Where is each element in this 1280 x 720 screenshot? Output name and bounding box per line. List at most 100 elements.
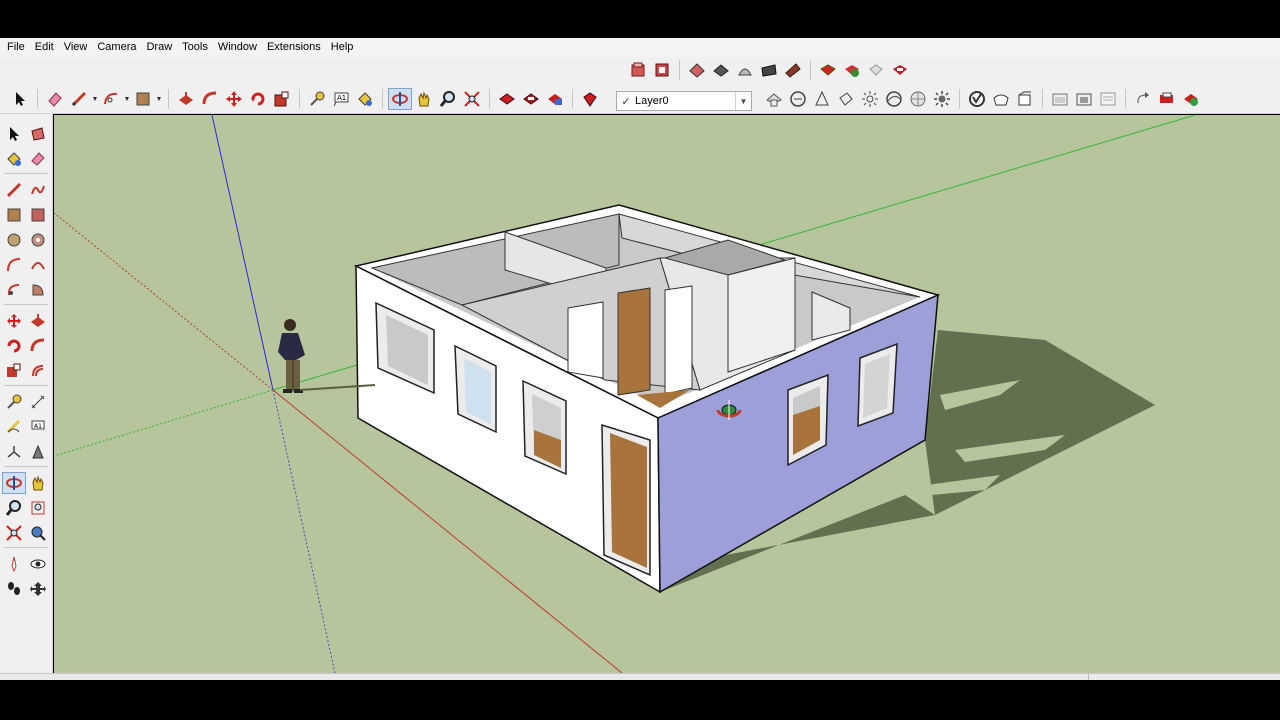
section-display-icon[interactable] <box>709 59 733 81</box>
rotate-icon[interactable] <box>246 88 270 110</box>
menu-help[interactable]: Help <box>327 38 360 57</box>
layer-manager-icon[interactable] <box>1096 88 1120 110</box>
box-icon[interactable] <box>757 59 781 81</box>
previous-view-icon[interactable] <box>26 522 50 544</box>
tape-measure-icon[interactable] <box>2 391 26 413</box>
zoom-extents-icon[interactable] <box>460 88 484 110</box>
rectangle-icon[interactable] <box>131 88 155 110</box>
zoom-extents-icon[interactable] <box>2 522 26 544</box>
ruby-console-icon[interactable] <box>578 88 602 110</box>
menu-draw[interactable]: Draw <box>142 38 178 57</box>
front-icon[interactable] <box>1013 88 1037 110</box>
chevron-down-icon[interactable]: ▼ <box>123 96 131 103</box>
line-icon[interactable] <box>2 179 26 201</box>
camera-icon[interactable] <box>1048 88 1072 110</box>
rotated-rectangle-icon[interactable] <box>26 204 50 226</box>
shaded-icon[interactable] <box>858 88 882 110</box>
text-icon[interactable]: A1 <box>26 416 50 438</box>
3d-text-icon[interactable] <box>26 441 50 463</box>
share-icon[interactable] <box>888 59 912 81</box>
component-icon[interactable] <box>626 59 650 81</box>
pan-icon[interactable] <box>412 88 436 110</box>
zoom-window-icon[interactable] <box>26 497 50 519</box>
polygon-icon[interactable] <box>26 229 50 251</box>
monochrome-icon[interactable] <box>906 88 930 110</box>
orbit-icon[interactable] <box>2 472 26 494</box>
xray-icon[interactable] <box>762 88 786 110</box>
pan-icon[interactable] <box>26 472 50 494</box>
textures-icon[interactable] <box>882 88 906 110</box>
move-icon[interactable] <box>2 310 26 332</box>
zoom-icon[interactable] <box>2 497 26 519</box>
texture-icon[interactable] <box>781 59 805 81</box>
chevron-down-icon[interactable]: ▼ <box>155 96 163 103</box>
two-point-arc-icon[interactable] <box>26 254 50 276</box>
circle-icon[interactable] <box>2 229 26 251</box>
wireframe-icon[interactable] <box>810 88 834 110</box>
section-plane-icon[interactable] <box>26 578 50 600</box>
axes-icon[interactable] <box>2 441 26 463</box>
shadows-icon[interactable] <box>930 88 954 110</box>
zoom-icon[interactable] <box>436 88 460 110</box>
rectangle-icon[interactable] <box>2 204 26 226</box>
extension-icon[interactable] <box>864 59 888 81</box>
pie-icon[interactable] <box>26 279 50 301</box>
rotate-icon[interactable] <box>2 335 26 357</box>
back-edges-icon[interactable] <box>786 88 810 110</box>
sandbox-icon[interactable] <box>1155 88 1179 110</box>
follow-me-icon[interactable] <box>198 88 222 110</box>
layer-dropdown[interactable]: ✓ Layer0 ▼ <box>616 91 752 111</box>
eraser-icon[interactable] <box>26 148 50 170</box>
select-icon[interactable] <box>2 123 26 145</box>
warehouse-icon[interactable] <box>816 59 840 81</box>
menu-edit[interactable]: Edit <box>31 38 60 57</box>
protractor-icon[interactable] <box>2 416 26 438</box>
dimension-icon[interactable] <box>26 391 50 413</box>
top-icon[interactable] <box>989 88 1013 110</box>
look-around-icon[interactable] <box>26 553 50 575</box>
scale-icon[interactable] <box>270 88 294 110</box>
hidden-line-icon[interactable] <box>834 88 858 110</box>
menu-extensions[interactable]: Extensions <box>263 38 327 57</box>
chevron-down-icon[interactable]: ▼ <box>735 92 751 110</box>
scale-icon[interactable] <box>2 360 26 382</box>
text-icon[interactable]: A1 <box>329 88 353 110</box>
orbit-icon[interactable] <box>388 88 412 110</box>
offset-icon[interactable] <box>26 360 50 382</box>
scene-icon[interactable] <box>1072 88 1096 110</box>
menu-file[interactable]: File <box>3 38 31 57</box>
paint-bucket-icon[interactable] <box>353 88 377 110</box>
geo-location-icon[interactable] <box>1179 88 1203 110</box>
component-save-icon[interactable] <box>650 59 674 81</box>
chevron-down-icon[interactable]: ▼ <box>91 96 99 103</box>
pencil-icon[interactable] <box>67 88 91 110</box>
model-info-icon[interactable] <box>840 59 864 81</box>
house-model[interactable] <box>353 204 941 594</box>
follow-me-icon[interactable] <box>26 335 50 357</box>
make-component-icon[interactable] <box>26 123 50 145</box>
paint-bucket-icon[interactable] <box>2 148 26 170</box>
section-plane-icon[interactable] <box>685 59 709 81</box>
menu-camera[interactable]: Camera <box>93 38 142 57</box>
component-share-icon[interactable] <box>543 88 567 110</box>
tape-measure-icon[interactable] <box>305 88 329 110</box>
warehouse-get-icon[interactable] <box>495 88 519 110</box>
three-point-arc-icon[interactable] <box>2 279 26 301</box>
scene-canvas[interactable] <box>54 115 1280 673</box>
menu-tools[interactable]: Tools <box>178 38 214 57</box>
menu-window[interactable]: Window <box>214 38 263 57</box>
menu-view[interactable]: View <box>60 38 94 57</box>
warehouse-share-icon[interactable] <box>519 88 543 110</box>
position-camera-icon[interactable] <box>2 553 26 575</box>
arc-icon[interactable] <box>99 88 123 110</box>
move-icon[interactable] <box>222 88 246 110</box>
modeling-viewport[interactable] <box>54 115 1280 673</box>
arc-icon[interactable] <box>2 254 26 276</box>
walk-icon[interactable] <box>2 578 26 600</box>
eraser-icon[interactable] <box>43 88 67 110</box>
push-pull-icon[interactable] <box>174 88 198 110</box>
section-cut-icon[interactable] <box>733 59 757 81</box>
push-pull-icon[interactable] <box>26 310 50 332</box>
undo-icon[interactable] <box>1131 88 1155 110</box>
select-icon[interactable] <box>8 88 32 110</box>
